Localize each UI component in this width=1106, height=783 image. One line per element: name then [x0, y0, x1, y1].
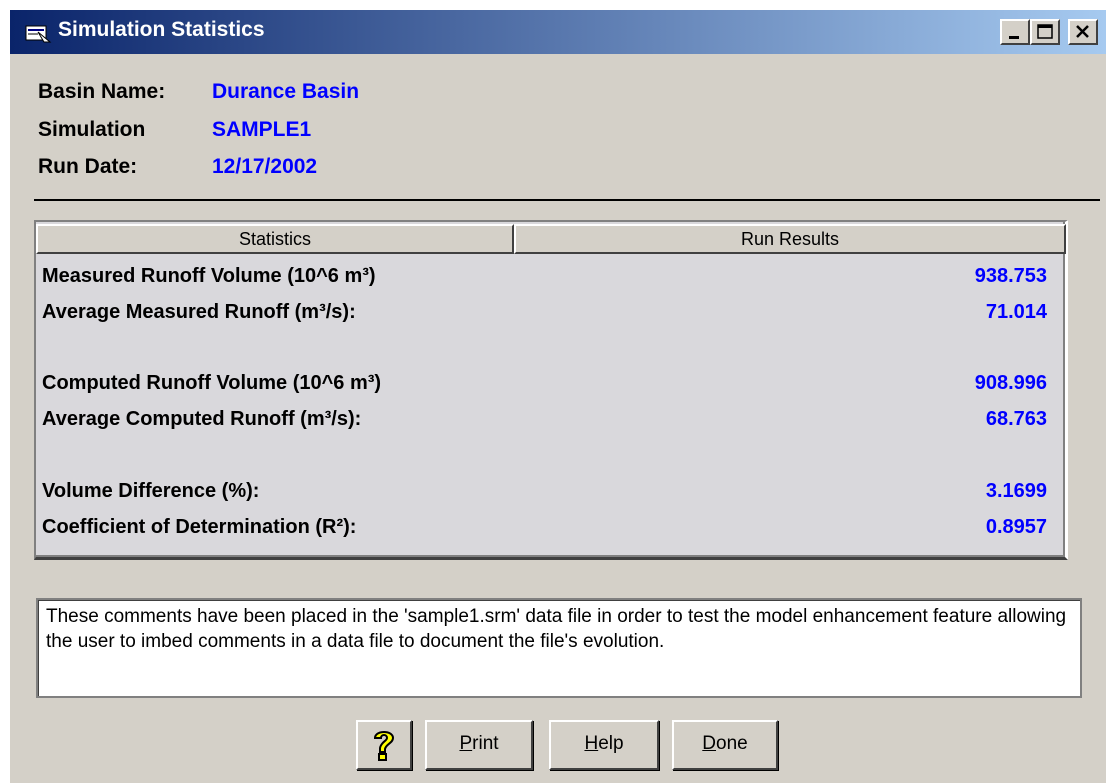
done-button-mnemonic: D	[702, 733, 717, 754]
basin-name-label: Basin Name:	[38, 80, 166, 103]
separator-line	[34, 199, 1100, 201]
close-button[interactable]	[1068, 19, 1098, 45]
simulation-label: Simulation	[38, 118, 146, 141]
help-button[interactable]: Help	[549, 720, 659, 770]
title-bar[interactable]: Simulation Statistics	[10, 10, 1106, 54]
minimize-button[interactable]	[1000, 19, 1030, 45]
stat-value-coefficient-determination: 0.8957	[985, 516, 1047, 538]
done-button-label: one	[716, 733, 748, 754]
what-is-this-help-button[interactable]	[356, 720, 412, 770]
question-icon	[373, 731, 395, 761]
statistics-grid[interactable]: Statistics Run Results Measured Runoff V…	[34, 220, 1068, 560]
stat-value-computed-volume: 908.996	[974, 372, 1047, 394]
simulation-value: SAMPLE1	[212, 118, 312, 141]
comments-textbox[interactable]: These comments have been placed in the '…	[36, 598, 1082, 698]
print-button[interactable]: Print	[425, 720, 533, 770]
window-title: Simulation Statistics	[58, 18, 265, 41]
stat-value-volume-difference: 3.1699	[985, 480, 1047, 502]
stat-label-volume-difference: Volume Difference (%):	[42, 480, 260, 502]
app-icon	[25, 25, 52, 43]
run-date-value: 12/17/2002	[212, 155, 318, 178]
column-header-run-results[interactable]: Run Results	[514, 224, 1066, 254]
run-date-label: Run Date:	[38, 155, 138, 178]
close-icon	[1076, 25, 1089, 38]
simulation-statistics-window: Simulation Statistics Basin Name: Duranc…	[8, 8, 1106, 783]
done-button[interactable]: Done	[672, 720, 778, 770]
help-button-label: elp	[598, 733, 624, 754]
column-header-statistics[interactable]: Statistics	[36, 224, 514, 254]
basin-name-value: Durance Basin	[212, 80, 360, 103]
maximize-button[interactable]	[1030, 19, 1060, 45]
print-button-label: rint	[472, 733, 499, 754]
maximize-icon	[1037, 24, 1053, 39]
stat-label-avg-measured-runoff: Average Measured Runoff (m³/s):	[42, 301, 356, 323]
print-button-mnemonic: P	[459, 733, 473, 754]
stat-label-measured-volume: Measured Runoff Volume (10^6 m³)	[42, 265, 376, 287]
help-button-mnemonic: H	[584, 733, 599, 754]
minimize-icon	[1009, 36, 1019, 39]
stat-value-measured-volume: 938.753	[974, 265, 1047, 287]
stat-label-avg-computed-runoff: Average Computed Runoff (m³/s):	[42, 408, 362, 430]
stat-label-coefficient-determination: Coefficient of Determination (R²):	[42, 516, 357, 538]
stat-value-avg-computed-runoff: 68.763	[985, 408, 1047, 430]
stat-label-computed-volume: Computed Runoff Volume (10^6 m³)	[42, 372, 382, 394]
stat-value-avg-measured-runoff: 71.014	[985, 301, 1047, 323]
